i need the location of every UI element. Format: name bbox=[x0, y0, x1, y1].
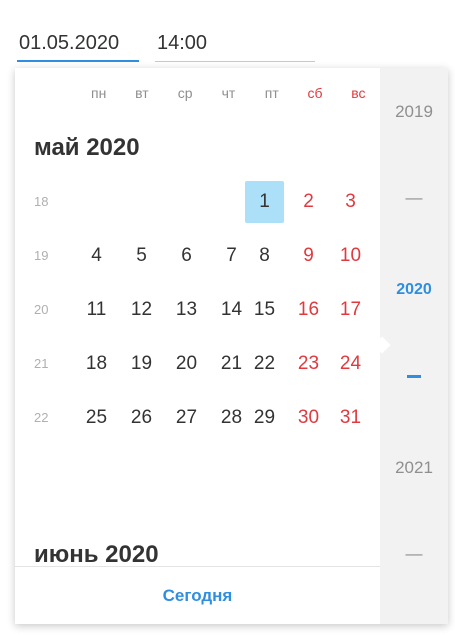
day-cell[interactable]: 22 bbox=[245, 343, 284, 385]
weekday-label: чт bbox=[221, 85, 236, 101]
day-cell[interactable]: 31 bbox=[331, 397, 370, 439]
day-cell[interactable]: 29 bbox=[245, 397, 284, 439]
weekday-label: вс bbox=[351, 85, 366, 101]
month-title: июнь 2020 bbox=[34, 541, 159, 566]
date-input[interactable] bbox=[17, 26, 139, 62]
week-row: 22 25 26 27 28 29 30 31 bbox=[15, 397, 380, 439]
year-2019[interactable]: 2019 bbox=[380, 102, 448, 122]
day-cell[interactable]: 19 bbox=[122, 343, 161, 385]
day-cell[interactable]: 12 bbox=[122, 289, 161, 331]
week-number: 20 bbox=[34, 302, 49, 317]
day-cell[interactable]: 24 bbox=[331, 343, 370, 385]
day-cell[interactable]: 20 bbox=[167, 343, 206, 385]
weekday-label: вт bbox=[135, 85, 149, 101]
week-row: 18 1 2 3 bbox=[15, 181, 380, 223]
selected-day[interactable]: 1 bbox=[245, 181, 284, 223]
day-cell[interactable]: 10 bbox=[331, 235, 370, 277]
day-cell[interactable]: 25 bbox=[77, 397, 116, 439]
today-footer: Сегодня bbox=[15, 566, 380, 624]
year-separator: — bbox=[405, 188, 423, 207]
week-number: 18 bbox=[34, 194, 49, 209]
day-cell[interactable]: 3 bbox=[331, 181, 370, 223]
weekday-label: сб bbox=[307, 85, 323, 101]
day-cell[interactable]: 8 bbox=[245, 235, 284, 277]
day-cell[interactable]: 15 bbox=[245, 289, 284, 331]
years-panel[interactable]: 2019 — 2020 2021 — bbox=[380, 68, 448, 624]
week-row: 20 11 12 13 14 15 16 17 bbox=[15, 289, 380, 331]
day-cell[interactable]: 18 bbox=[77, 343, 116, 385]
day-cell[interactable]: 6 bbox=[167, 235, 206, 277]
weekday-label: ср bbox=[177, 85, 193, 101]
week-number: 19 bbox=[34, 248, 49, 263]
time-input[interactable] bbox=[155, 26, 315, 62]
day-cell[interactable]: 30 bbox=[289, 397, 328, 439]
day-cell[interactable]: 23 bbox=[289, 343, 328, 385]
day-cell[interactable]: 17 bbox=[331, 289, 370, 331]
day-cell[interactable]: 13 bbox=[167, 289, 206, 331]
day-cell[interactable]: 26 bbox=[122, 397, 161, 439]
year-2021[interactable]: 2021 bbox=[380, 458, 448, 478]
weekday-label: пн bbox=[90, 85, 107, 101]
year-2020-current[interactable]: 2020 bbox=[380, 281, 448, 299]
months-scroll-area[interactable]: май 2020 18 1 2 3 19 4 5 6 7 8 9 10 20 11 12 13 14 15 16 17 2… bbox=[15, 118, 380, 566]
day-cell[interactable]: 11 bbox=[77, 289, 116, 331]
day-cell[interactable]: 2 bbox=[289, 181, 328, 223]
year-separator: — bbox=[405, 544, 423, 563]
day-cell[interactable]: 27 bbox=[167, 397, 206, 439]
week-row: 21 18 19 20 21 22 23 24 bbox=[15, 343, 380, 385]
weekday-header: пн вт ср чт пт сб вс bbox=[15, 68, 380, 118]
months-panel: пн вт ср чт пт сб вс май 2020 18 1 2 3 19 4 5 6 7 8 9 10 20… bbox=[15, 68, 380, 624]
day-cell[interactable]: 5 bbox=[122, 235, 161, 277]
date-time-inputs bbox=[0, 0, 455, 70]
day-cell[interactable]: 9 bbox=[289, 235, 328, 277]
calendar-popup: пн вт ср чт пт сб вс май 2020 18 1 2 3 19 4 5 6 7 8 9 10 20… bbox=[15, 68, 448, 624]
day-cell[interactable]: 4 bbox=[77, 235, 116, 277]
current-year-marker bbox=[407, 375, 421, 378]
day-cell[interactable]: 16 bbox=[289, 289, 328, 331]
week-row: 19 4 5 6 7 8 9 10 bbox=[15, 235, 380, 277]
today-button[interactable]: Сегодня bbox=[163, 586, 233, 606]
month-title: май 2020 bbox=[34, 134, 140, 161]
week-number: 22 bbox=[34, 410, 49, 425]
weekday-label: пт bbox=[264, 85, 279, 101]
week-number: 21 bbox=[34, 356, 49, 371]
